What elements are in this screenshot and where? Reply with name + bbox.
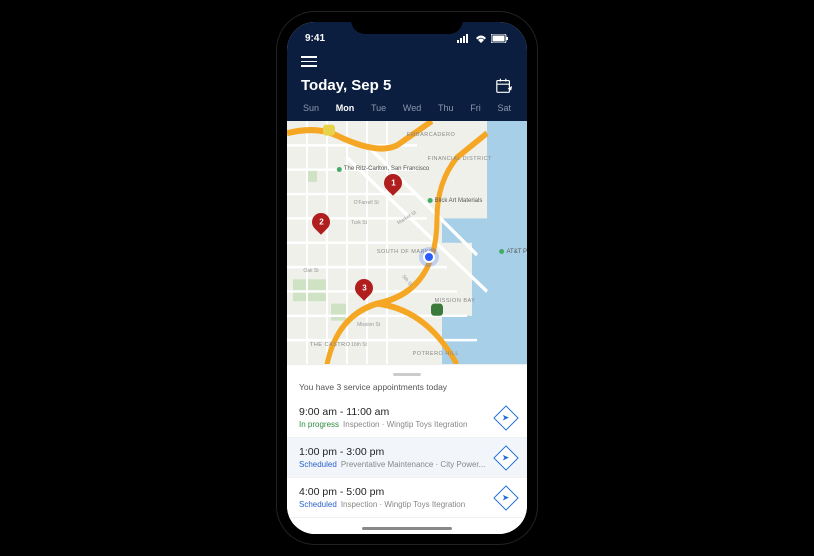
day-tab-fri[interactable]: Fri <box>466 101 485 115</box>
day-tab-tue[interactable]: Tue <box>367 101 390 115</box>
map-view[interactable]: EMBARCADEROFINANCIAL DISTRICTSOUTH OF MA… <box>287 121 527 365</box>
appointment-row[interactable]: 9:00 am - 11:00 am In progressInspection … <box>287 398 527 438</box>
home-indicator[interactable] <box>362 527 452 530</box>
page-title: Today, Sep 5 <box>301 77 391 94</box>
user-location-dot <box>423 251 435 263</box>
day-tab-thu[interactable]: Thu <box>434 101 458 115</box>
day-tab-sat[interactable]: Sat <box>493 101 515 115</box>
appointment-status: Scheduled <box>299 500 337 509</box>
appointment-meta: ScheduledPreventative Maintenance · City… <box>299 460 485 469</box>
map-region-label: POTRERO HILL <box>413 351 459 357</box>
map-region-label: THE CASTRO <box>310 342 350 348</box>
appointment-row[interactable]: 4:00 pm - 5:00 pm ScheduledInspection · W… <box>287 478 527 518</box>
day-tab-sun[interactable]: Sun <box>299 101 323 115</box>
appointment-meta: In progressInspection · Wingtip Toys Ite… <box>299 420 467 429</box>
directions-icon[interactable]: ➤ <box>493 485 518 510</box>
day-tab-mon[interactable]: Mon <box>332 101 359 115</box>
appointment-time: 4:00 pm - 5:00 pm <box>299 486 465 498</box>
battery-icon <box>491 34 509 43</box>
appointment-row[interactable]: 1:00 pm - 3:00 pm ScheduledPreventative M… <box>287 438 527 478</box>
map-region-label: EMBARCADERO <box>407 132 456 138</box>
map-pin-3[interactable]: 3 <box>355 279 373 303</box>
phone-notch <box>351 12 463 34</box>
status-icons <box>457 34 509 43</box>
map-region-label: FINANCIAL DISTRICT <box>428 156 492 162</box>
map-road-label: 16th St <box>351 342 367 348</box>
app-header: 9:41 Today, Sep 5 Sun Mon Tue Wed Thu Fri Sat <box>287 22 527 121</box>
appointment-time: 1:00 pm - 3:00 pm <box>299 446 485 458</box>
map-road-label: Mission St <box>357 322 380 328</box>
map-pin-1[interactable]: 1 <box>384 174 402 198</box>
sheet-grabber[interactable] <box>393 373 421 376</box>
calendar-icon[interactable] <box>495 77 513 95</box>
map-poi[interactable]: The Ritz-Carlton, San Francisco <box>337 166 429 172</box>
summary-text: You have 3 service appointments today <box>287 382 527 398</box>
map-poi[interactable]: AT&T Park <box>499 249 527 255</box>
app-screen: 9:41 Today, Sep 5 Sun Mon Tue Wed Thu Fri Sat <box>287 22 527 534</box>
status-time: 9:41 <box>305 33 325 44</box>
menu-button[interactable] <box>301 56 317 67</box>
map-region-label: MISSION BAY <box>435 298 476 304</box>
appointments-sheet: You have 3 service appointments today 9:… <box>287 364 527 534</box>
signal-icon <box>457 34 471 43</box>
map-poi[interactable]: Blick Art Materials <box>428 198 483 204</box>
phone-frame: 9:41 Today, Sep 5 Sun Mon Tue Wed Thu Fri Sat <box>277 12 537 544</box>
appointment-status: In progress <box>299 420 339 429</box>
appointment-meta: ScheduledInspection · Wingtip Toys Itegr… <box>299 500 465 509</box>
directions-icon[interactable]: ➤ <box>493 405 518 430</box>
toolbar <box>287 48 527 67</box>
day-tab-wed[interactable]: Wed <box>399 101 425 115</box>
appointment-status: Scheduled <box>299 460 337 469</box>
directions-icon[interactable]: ➤ <box>493 445 518 470</box>
wifi-icon <box>475 34 487 43</box>
map-pin-2[interactable]: 2 <box>312 213 330 237</box>
map-road-label: Turk St <box>351 220 367 226</box>
appointment-time: 9:00 am - 11:00 am <box>299 406 467 418</box>
day-tabs: Sun Mon Tue Wed Thu Fri Sat <box>287 101 527 121</box>
map-road-label: Oak St <box>303 268 318 274</box>
map-road-label: O'Farrell St <box>354 200 379 206</box>
title-row: Today, Sep 5 <box>287 67 527 101</box>
